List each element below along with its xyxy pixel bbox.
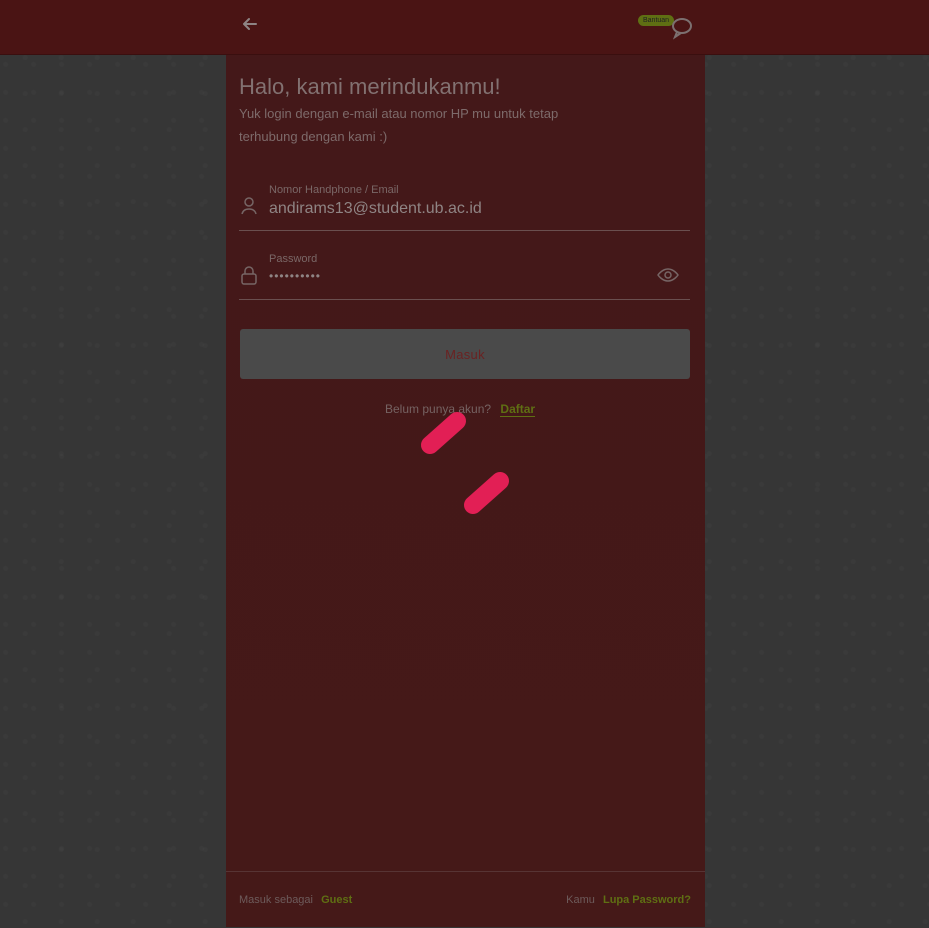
password-input[interactable]: •••••••••• — [269, 269, 321, 283]
password-field[interactable]: Password •••••••••• — [239, 245, 690, 300]
forgot-row: Kamu Lupa Password? — [566, 894, 691, 906]
email-label: Nomor Handphone / Email — [269, 184, 399, 196]
page-title: Halo, kami merindukanmu! — [239, 74, 501, 99]
back-arrow-icon[interactable] — [238, 14, 262, 38]
loading-spinner-icon — [400, 400, 530, 535]
footer-bar: Masuk sebagai Guest Kamu Lupa Password? — [226, 871, 705, 928]
forgot-prefix: Kamu — [566, 894, 595, 906]
forgot-password-link[interactable]: Lupa Password? — [603, 894, 691, 906]
email-field[interactable]: Nomor Handphone / Email andirams13@stude… — [239, 176, 690, 231]
email-input[interactable]: andirams13@student.ub.ac.id — [269, 200, 482, 218]
page-subtitle: Yuk login dengan e-mail atau nomor HP mu… — [239, 106, 559, 144]
top-bar: Bantuan — [0, 0, 929, 55]
user-icon — [239, 196, 259, 216]
eye-icon[interactable] — [656, 263, 680, 287]
chat-help-icon[interactable] — [668, 14, 694, 40]
guest-link[interactable]: Guest — [321, 894, 352, 906]
password-label: Password — [269, 253, 318, 265]
lock-icon — [239, 265, 259, 285]
guest-row: Masuk sebagai Guest — [239, 894, 352, 906]
guest-prefix: Masuk sebagai — [239, 894, 313, 906]
login-button[interactable]: Masuk — [240, 329, 690, 379]
